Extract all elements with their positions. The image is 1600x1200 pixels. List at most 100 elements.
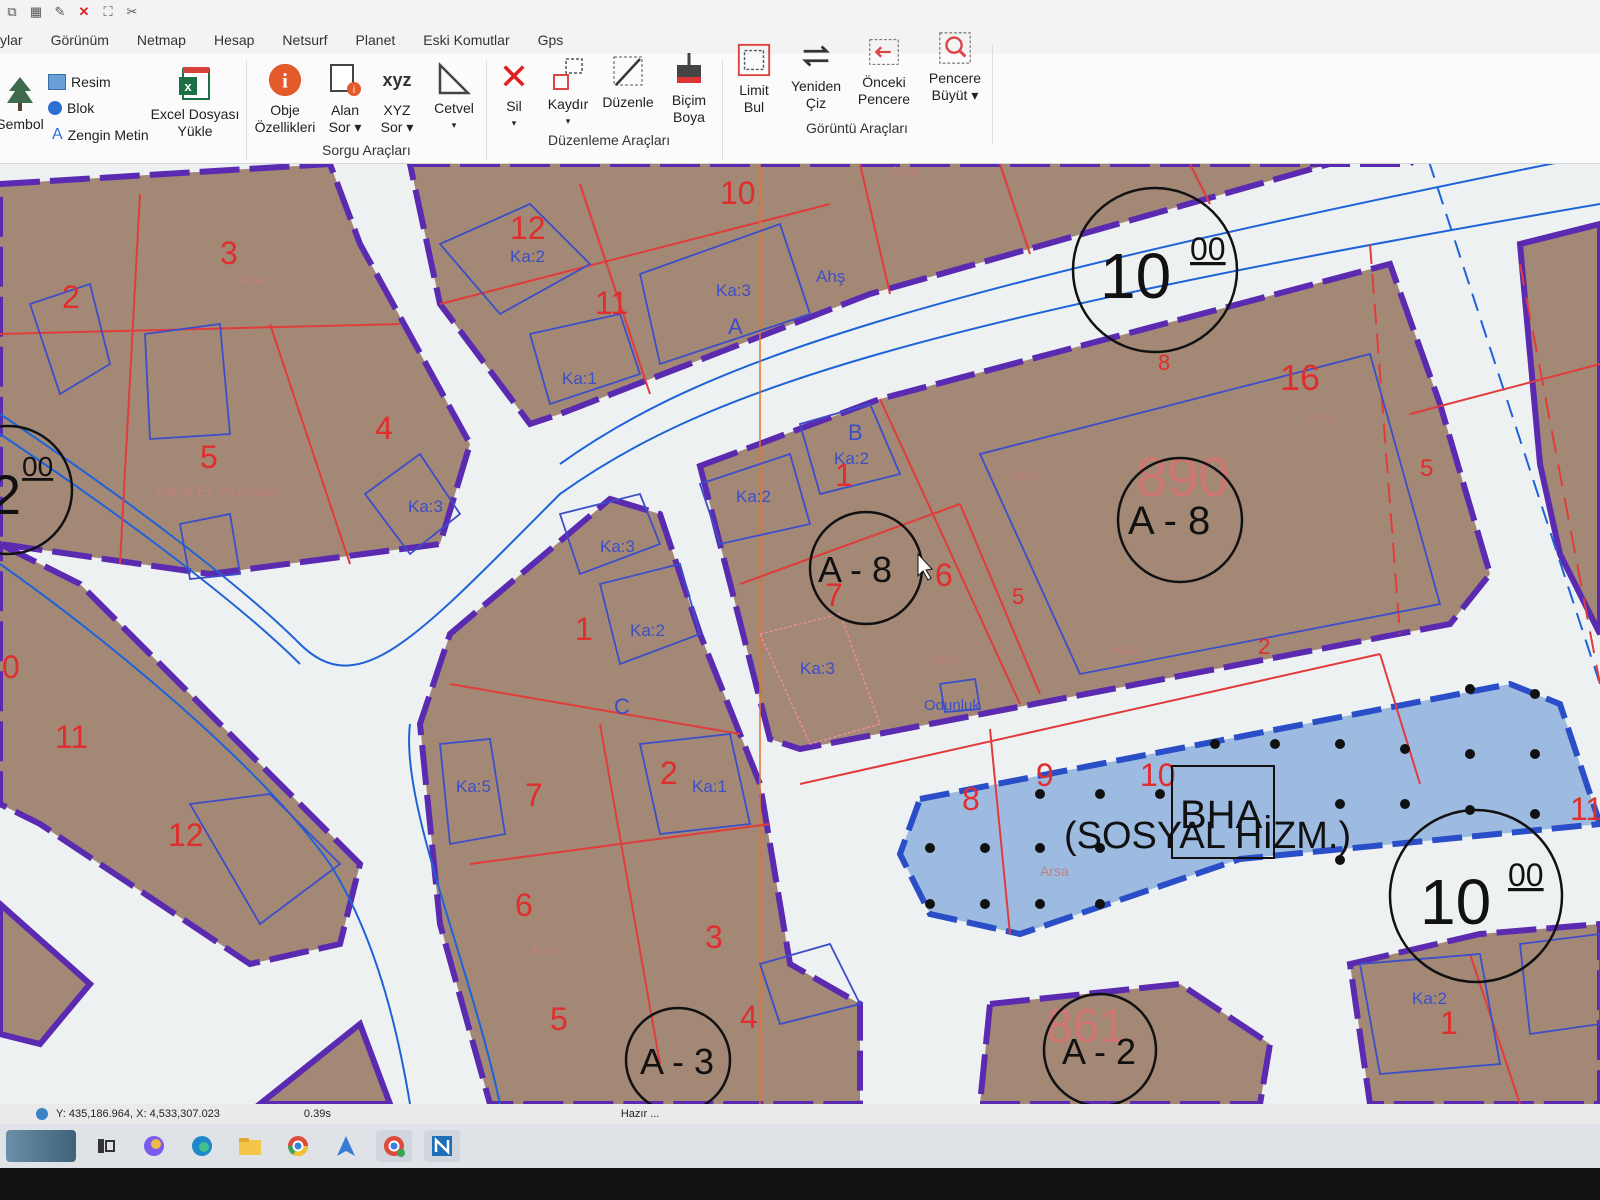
edit-icon[interactable]: ✎: [52, 4, 68, 20]
onceki-label-2: Pencere: [857, 91, 911, 107]
building-label: Ka:3: [408, 497, 443, 516]
zengin-metin-button[interactable]: A Zengin Metin: [52, 126, 149, 144]
zone-label: A - 8: [818, 549, 892, 590]
blok-button[interactable]: Blok: [48, 100, 94, 116]
yeniden-ciz-button[interactable]: Yeniden Çiz: [784, 36, 848, 112]
file-explorer-icon[interactable]: [232, 1130, 268, 1162]
xyz-glyph: xyz: [382, 69, 412, 90]
parcel-number: 3: [705, 919, 723, 955]
info-icon: i: [267, 60, 303, 100]
goruntu-araclari-label: Görüntü Araçları: [806, 120, 908, 136]
arsa-label: Arsa: [1010, 467, 1039, 483]
parcel-number: 8: [962, 781, 980, 817]
excel-label-2: Yükle: [177, 123, 213, 139]
tab-gps[interactable]: Gps: [524, 32, 578, 54]
arsa-label: Arsa: [1112, 641, 1141, 657]
parcel-number: 5: [550, 1001, 568, 1037]
edge-icon[interactable]: [184, 1130, 220, 1162]
bicim-boya-button[interactable]: Biçim Boya: [660, 50, 718, 126]
cut-icon[interactable]: ✂: [124, 4, 140, 20]
bicim-label-1: Biçim: [671, 92, 707, 108]
parcel-number: 6: [515, 887, 533, 923]
duzenle-button[interactable]: Düzenle: [598, 52, 658, 111]
grid-icon[interactable]: ▦: [28, 4, 44, 20]
road-width-main: 10: [1420, 866, 1491, 938]
render-time: 0.39s: [303, 1108, 331, 1120]
svg-text:i: i: [353, 85, 355, 96]
limit-label-1: Limit: [739, 82, 769, 98]
parcel-number: 11: [595, 285, 628, 321]
limit-label-2: Bul: [743, 99, 765, 115]
building-label: Ka:3: [716, 281, 751, 300]
alan-label-1: Alan: [330, 102, 360, 118]
obje-ozellikleri-button[interactable]: i Obje Özellikleri: [252, 60, 318, 136]
tab-gorunum[interactable]: Görünüm: [37, 32, 123, 54]
widgets-icon[interactable]: [6, 1130, 76, 1162]
parcel-number: 12: [168, 817, 204, 853]
parcel-number: 4: [740, 999, 758, 1035]
ribbon: Sembol Resim Blok A Zengin Metin x Excel…: [0, 32, 1600, 164]
map-canvas[interactable]: 3 2 5 4 12 11 10 1 6 7 16 1 2 7 6 3 5 4 …: [0, 164, 1600, 1104]
building-label: Ka:2: [630, 621, 665, 640]
format-paint-icon: [671, 50, 707, 90]
parcel-number: 1: [575, 611, 593, 647]
building-label: Ka:3: [800, 659, 835, 678]
kargir-label: Kargir Ev Ve Arsası: [156, 483, 277, 499]
road-width-main: 2: [0, 463, 21, 526]
building-label: Ahş: [816, 267, 845, 286]
copilot-icon[interactable]: [136, 1130, 172, 1162]
xyz-label-1: XYZ: [383, 102, 411, 118]
road-width-sup: 00: [1190, 231, 1226, 267]
tab-katmanlar[interactable]: ylar: [0, 32, 37, 54]
cetvel-dropdown-icon: ▾: [451, 120, 457, 130]
building-label: C: [614, 694, 630, 719]
tab-netsurf[interactable]: Netsurf: [268, 32, 341, 54]
tab-eski-komutlar[interactable]: Eski Komutlar: [409, 32, 523, 54]
tab-netmap[interactable]: Netmap: [123, 32, 200, 54]
netcad-window: ⧉ ▦ ✎ ✕ ⛶ ✂ ylar Görünüm Netmap Hesap Ne…: [0, 0, 1600, 1200]
parcel-number: 4: [375, 410, 393, 446]
cetvel-button[interactable]: Cetvel ▾: [424, 58, 484, 134]
netcad-icon[interactable]: [424, 1130, 460, 1162]
onceki-pencere-button[interactable]: Önceki Pencere: [852, 32, 916, 108]
building-label: Ka:1: [692, 777, 727, 796]
resim-button[interactable]: Resim: [48, 74, 111, 90]
arsa-label: Arsa: [530, 941, 559, 957]
building-label: Ka:5: [456, 777, 491, 796]
map-drawing: 3 2 5 4 12 11 10 1 6 7 16 1 2 7 6 3 5 4 …: [0, 164, 1600, 1104]
sil-button[interactable]: ✕ Sil ▾: [492, 56, 536, 132]
delete-icon: ✕: [498, 55, 530, 97]
duzenleme-araclari-label: Düzenleme Araçları: [548, 132, 671, 148]
parcel-number: 5: [1012, 584, 1024, 609]
tab-planet[interactable]: Planet: [342, 32, 410, 54]
chrome-profile-icon[interactable]: [376, 1130, 412, 1162]
parcel-number: 12: [510, 210, 546, 246]
sil-label: Sil: [506, 98, 522, 114]
pencere-label-1: Pencere: [928, 70, 982, 86]
building-label: Ka:3: [600, 537, 635, 556]
ribbon-separator: [246, 60, 247, 160]
pencere-buyut-button[interactable]: Pencere Büyüt ▾: [922, 28, 988, 104]
sembol-button[interactable]: Sembol: [0, 74, 44, 133]
tab-hesap[interactable]: Hesap: [200, 32, 268, 54]
select-icon[interactable]: ⛶: [100, 4, 116, 20]
ruler-icon: [436, 58, 472, 98]
parcel-number: 5: [1420, 455, 1433, 482]
excel-yukle-button[interactable]: x Excel Dosyası Yükle: [150, 64, 240, 140]
limit-bul-button[interactable]: Limit Bul: [726, 40, 782, 116]
delete-icon[interactable]: ✕: [76, 4, 92, 20]
sorgu-araclari-label: Sorgu Araçları: [322, 142, 411, 158]
alan-sor-button[interactable]: i Alan Sor ▾: [320, 60, 370, 136]
parcel-number: 1: [1440, 1005, 1458, 1041]
kaydir-button[interactable]: Kaydır ▾: [540, 54, 596, 130]
excel-label-1: Excel Dosyası: [150, 106, 240, 122]
excel-icon: x: [177, 64, 213, 104]
layers-icon[interactable]: ⧉: [4, 4, 20, 20]
monitor-bezel: [0, 1168, 1600, 1200]
chrome-icon[interactable]: [280, 1130, 316, 1162]
parcel-number: 9: [1036, 757, 1054, 793]
app-icon[interactable]: [328, 1130, 364, 1162]
task-view-icon[interactable]: [88, 1130, 124, 1162]
xyz-sor-button[interactable]: xyz XYZ Sor ▾: [372, 60, 422, 136]
onceki-label-1: Önceki: [862, 74, 906, 90]
